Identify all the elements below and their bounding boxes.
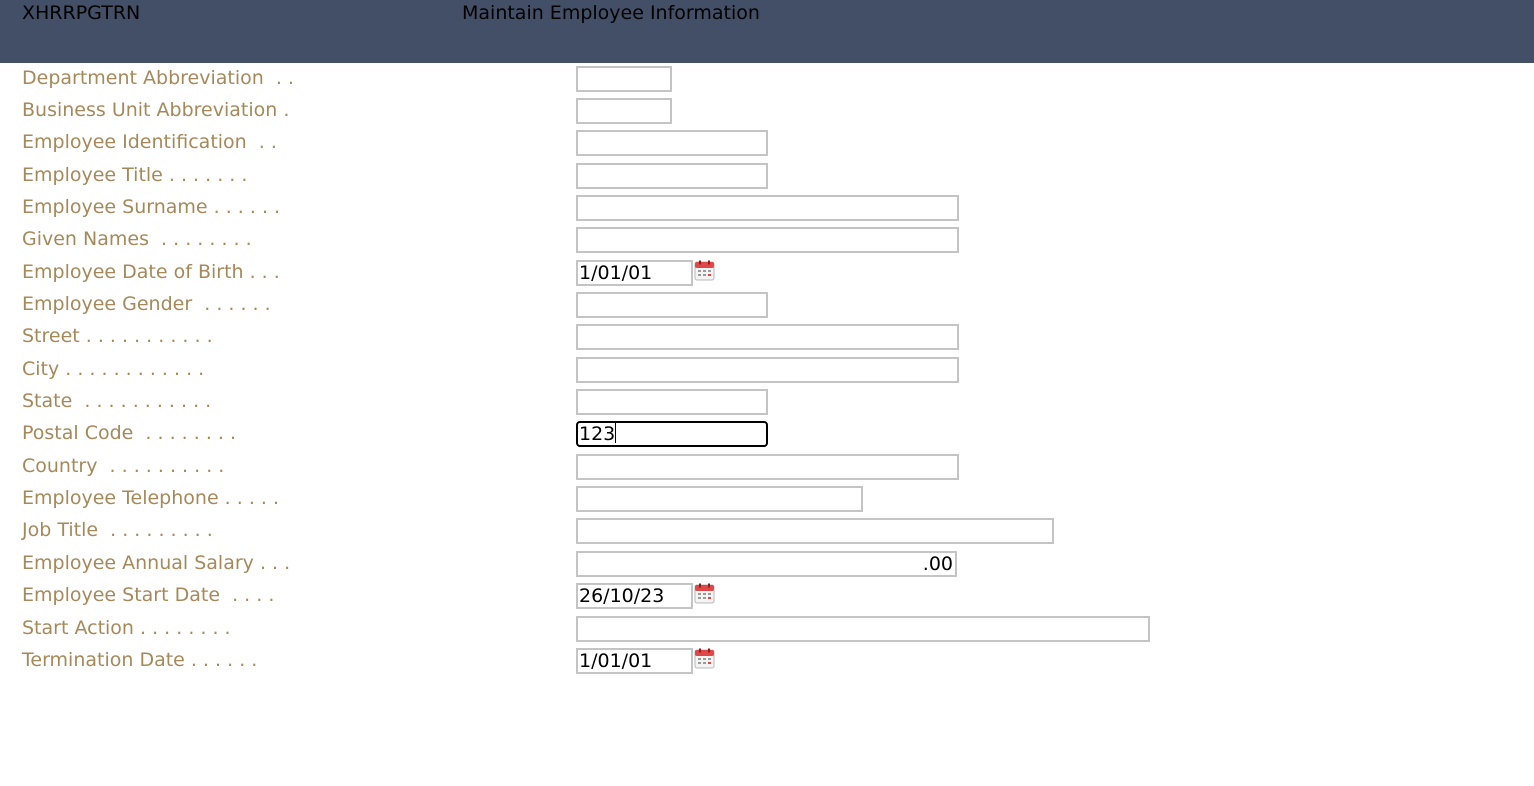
program-id: XHRRPGTRN <box>22 2 141 24</box>
employee-surname-field[interactable] <box>576 195 959 221</box>
start-action-field[interactable] <box>576 616 1150 642</box>
postal-code-field[interactable]: 123 <box>576 421 768 447</box>
start-action-label: Start Action . . . . . . . . <box>22 617 231 639</box>
employee-gender-label: Employee Gender . . . . . . <box>22 293 271 315</box>
street-field[interactable] <box>576 324 959 350</box>
termination-date-label: Termination Date . . . . . . <box>22 649 258 671</box>
business-unit-abbreviation-field[interactable] <box>576 98 672 124</box>
country-label: Country . . . . . . . . . . <box>22 455 225 477</box>
postal-code-value: 123 <box>579 423 616 445</box>
employee-title-field[interactable] <box>576 163 768 189</box>
date-of-birth-field[interactable]: 1/01/01 <box>576 260 693 286</box>
employee-title-label: Employee Title . . . . . . . <box>22 164 248 186</box>
job-title-label: Job Title . . . . . . . . . <box>22 519 213 541</box>
employee-surname-label: Employee Surname . . . . . . <box>22 196 281 218</box>
city-field[interactable] <box>576 357 959 383</box>
postal-code-label: Postal Code . . . . . . . . <box>22 422 237 444</box>
business-unit-abbreviation-label: Business Unit Abbreviation . <box>22 99 290 121</box>
screen-title: Maintain Employee Information <box>462 2 760 24</box>
job-title-field[interactable] <box>576 518 1054 544</box>
department-abbreviation-field[interactable] <box>576 66 672 92</box>
state-label: State . . . . . . . . . . . <box>22 390 212 412</box>
country-field[interactable] <box>576 454 959 480</box>
text-caret <box>615 423 617 443</box>
employee-gender-field[interactable] <box>576 292 768 318</box>
employee-telephone-label: Employee Telephone . . . . . <box>22 487 280 509</box>
state-field[interactable] <box>576 389 768 415</box>
calendar-icon[interactable] <box>694 260 715 281</box>
department-abbreviation-label: Department Abbreviation . . <box>22 67 294 89</box>
termination-date-field[interactable]: 1/01/01 <box>576 648 693 674</box>
calendar-icon[interactable] <box>694 583 715 604</box>
given-names-field[interactable] <box>576 227 959 253</box>
annual-salary-field[interactable]: .00 <box>576 551 957 577</box>
employee-identification-field[interactable] <box>576 130 768 156</box>
calendar-icon[interactable] <box>694 648 715 669</box>
date-of-birth-label: Employee Date of Birth . . . <box>22 261 280 283</box>
employee-identification-label: Employee Identification . . <box>22 131 277 153</box>
city-label: City . . . . . . . . . . . . <box>22 358 205 380</box>
annual-salary-label: Employee Annual Salary . . . <box>22 552 291 574</box>
street-label: Street . . . . . . . . . . . <box>22 325 213 347</box>
employee-telephone-field[interactable] <box>576 486 863 512</box>
given-names-label: Given Names . . . . . . . . <box>22 228 252 250</box>
start-date-field[interactable]: 26/10/23 <box>576 583 693 609</box>
start-date-label: Employee Start Date . . . . <box>22 584 275 606</box>
header-bar: XHRRPGTRN Maintain Employee Information <box>0 0 1534 63</box>
